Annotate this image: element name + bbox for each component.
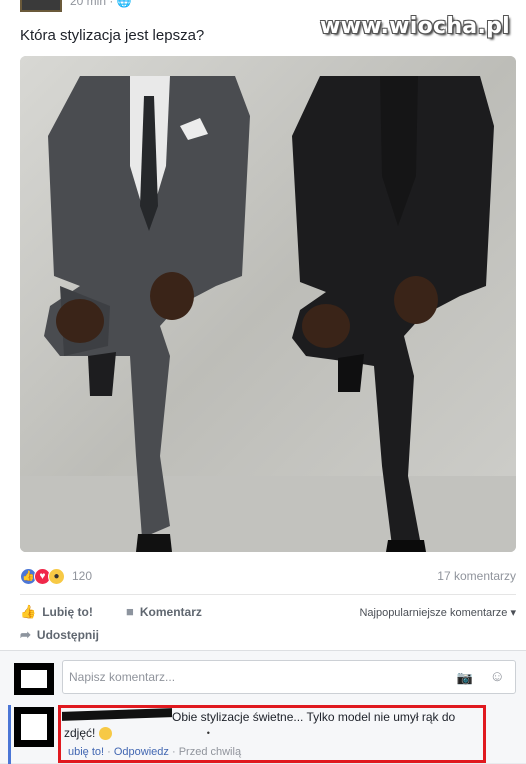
comment-input[interactable] [63,661,443,693]
like-button[interactable]: 👍 Lubię to! [20,604,93,620]
divider [20,594,516,595]
comment-sort-dropdown[interactable]: Najpopularniejsze komentarze ▾ [359,606,516,619]
thumbs-up-icon: 👍 [20,604,37,619]
suits-photo-image [20,56,516,552]
speech-bubble-icon: ■ [126,604,134,619]
comment-composer[interactable]: 📷 ☺ [62,660,516,694]
comment-button-label: Komentarz [139,604,202,619]
share-button-label: Udostępnij [36,628,99,642]
like-button-label: Lubię to! [42,605,93,619]
author-avatar[interactable] [20,0,62,12]
reactions-summary[interactable]: 👍 ♥ ● 120 [20,566,92,586]
camera-icon[interactable]: 📷 [457,670,473,686]
red-highlight-box [58,705,486,763]
post-text: Która stylizacja jest lepsza? [20,27,205,44]
comments-count-link[interactable]: 17 komentarzy [437,569,516,583]
current-user-avatar [14,663,54,695]
comments-section: 📷 ☺ Obie stylizacje świetne... Tylko mod… [0,650,526,764]
share-button[interactable]: ➦ Udostępnij [20,627,99,643]
watermark-logo: www.wiocha.pl [320,14,510,39]
post-photo[interactable] [20,56,516,552]
emoji-icon[interactable]: ☺ [490,668,505,685]
reaction-count[interactable]: 120 [72,569,92,583]
wow-reaction-icon: ● [48,567,65,585]
post-card: 20 min · 🌐 www.wiocha.pl Która stylizacj… [0,0,526,650]
post-timestamp[interactable]: 20 min · 🌐 [70,0,132,8]
commenter-avatar[interactable] [14,707,54,747]
comment-accent-bar [8,705,11,764]
comment-item: Obie stylizacje świetne... Tylko model n… [0,705,526,764]
share-arrow-icon: ➦ [20,627,31,642]
comment-button[interactable]: ■ Komentarz [126,604,202,619]
